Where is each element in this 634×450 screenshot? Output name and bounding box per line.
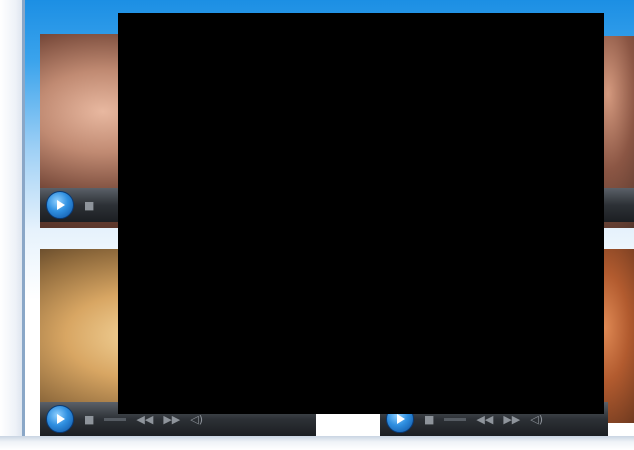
fast-forward-icon[interactable]: ▶▶ [163, 414, 180, 425]
play-icon [397, 414, 405, 424]
play-button[interactable] [46, 191, 74, 219]
left-edge [0, 0, 22, 450]
rewind-icon[interactable]: ◀◀ [476, 414, 493, 425]
redaction-overlay [118, 13, 604, 414]
seek-bar[interactable] [104, 417, 127, 421]
stop-icon[interactable]: ■ [84, 200, 94, 211]
rewind-icon[interactable]: ◀◀ [136, 414, 153, 425]
play-icon [57, 200, 65, 210]
stop-icon[interactable]: ■ [424, 414, 434, 425]
bottom-edge [0, 436, 634, 450]
seek-bar[interactable] [444, 417, 467, 421]
volume-icon[interactable]: ◁) [530, 414, 543, 425]
play-button[interactable] [46, 405, 74, 433]
volume-icon[interactable]: ◁) [190, 414, 203, 425]
stop-icon[interactable]: ■ [84, 414, 94, 425]
play-icon [57, 414, 65, 424]
fast-forward-icon[interactable]: ▶▶ [503, 414, 520, 425]
